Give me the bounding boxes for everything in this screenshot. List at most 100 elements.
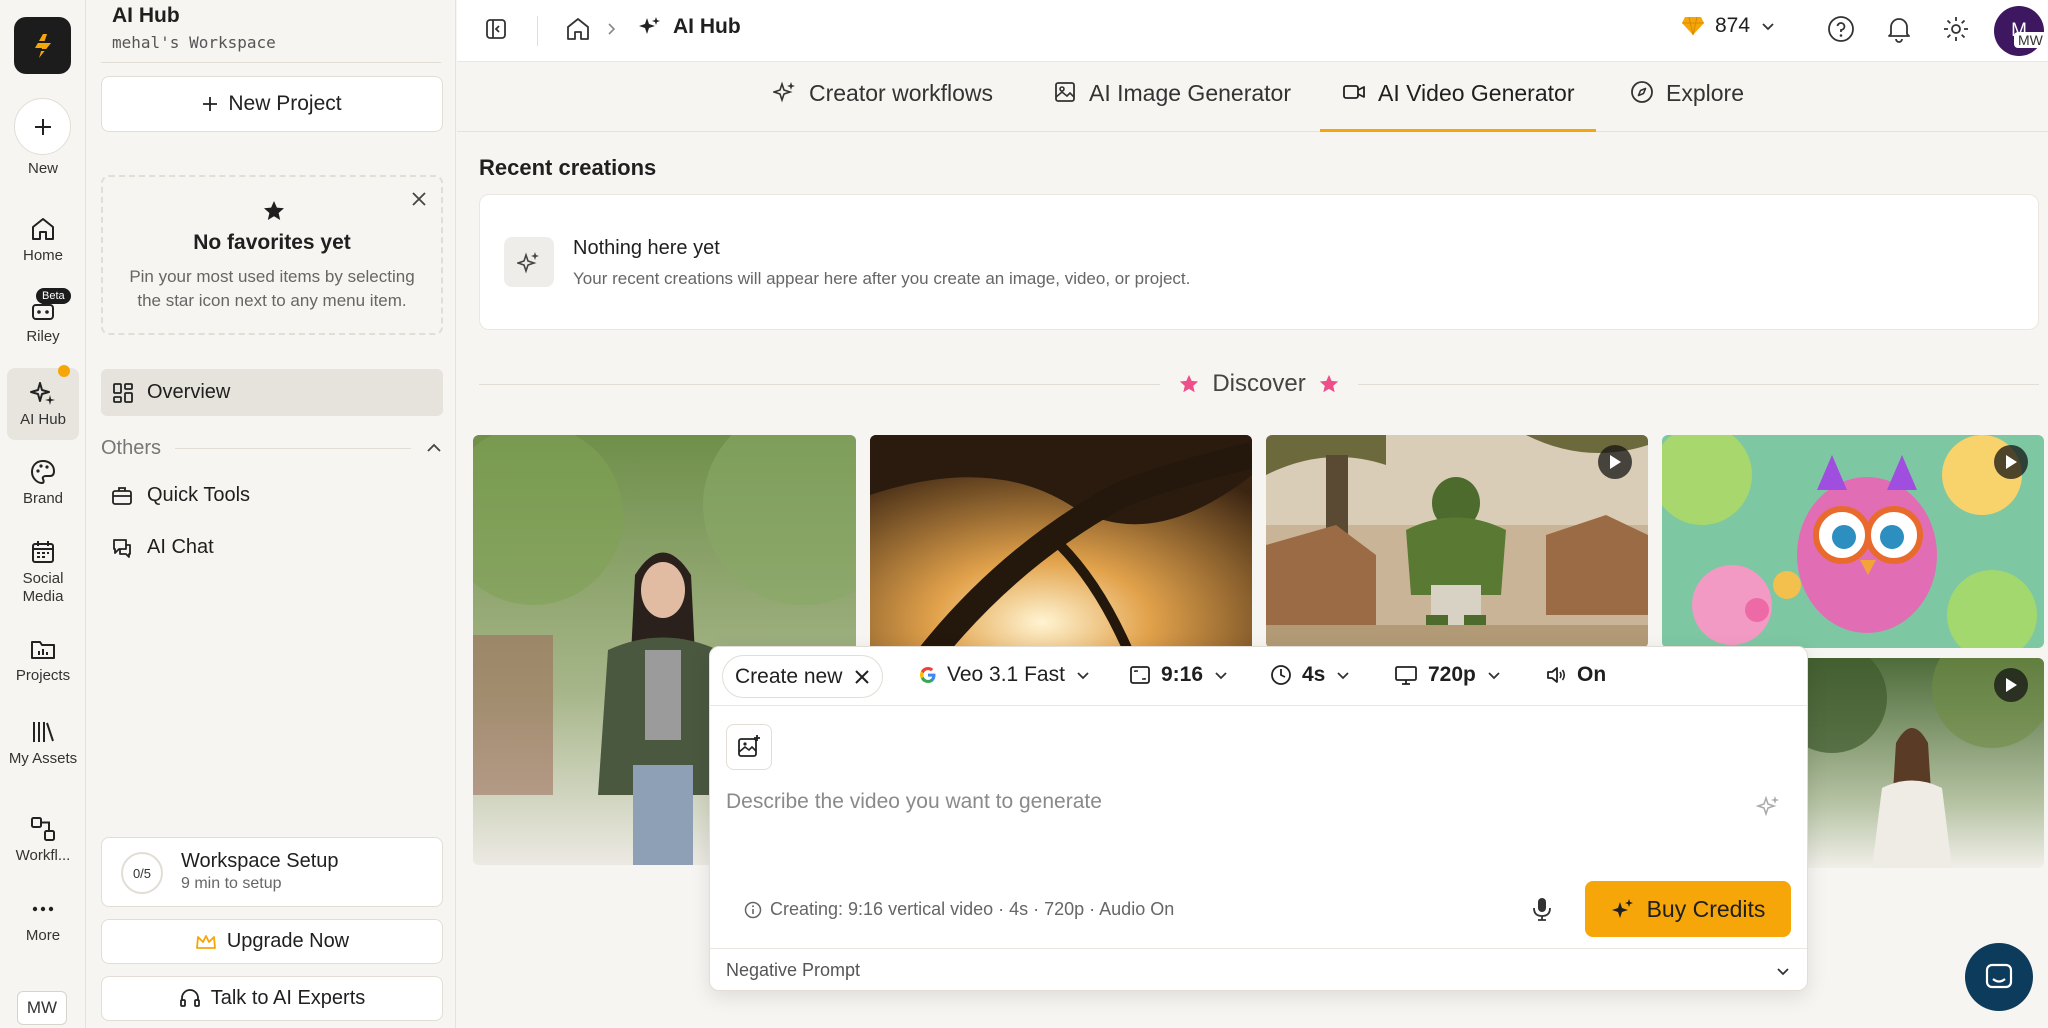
others-section-header[interactable]: Others xyxy=(101,436,443,460)
negative-prompt-toggle[interactable]: Negative Prompt xyxy=(710,948,1807,992)
rail-item-brand[interactable]: Brand xyxy=(7,458,79,508)
generation-summary-text: Creating: 9:16 vertical video · 4s · 720… xyxy=(770,899,1175,919)
workspace-name[interactable]: mehal's Workspace xyxy=(112,33,276,52)
discover-divider-left xyxy=(479,383,1161,385)
thumbnail-image xyxy=(1662,435,2044,648)
sidebar-title: AI Hub xyxy=(112,4,180,27)
audio-toggle[interactable]: On xyxy=(1545,663,1606,687)
tab-explore[interactable]: Explore xyxy=(1630,80,1744,132)
rail-label-ai-hub: AI Hub xyxy=(20,411,66,428)
overview-label: Overview xyxy=(147,381,231,403)
enhance-prompt-icon[interactable] xyxy=(1755,793,1781,819)
duration-select[interactable]: 4s xyxy=(1270,663,1351,687)
sidebar-item-ai-chat[interactable]: AI Chat xyxy=(111,536,214,559)
new-project-label: New Project xyxy=(228,92,342,115)
gallery-item-owl-cartoon[interactable] xyxy=(1662,435,2044,648)
sidebar-item-overview[interactable]: Overview xyxy=(101,369,443,416)
gallery-item-woman-forest[interactable] xyxy=(1792,658,2044,868)
experts-label: Talk to AI Experts xyxy=(210,987,366,1009)
rail-item-more[interactable]: More xyxy=(7,895,79,945)
resolution-select[interactable]: 720p xyxy=(1394,663,1502,687)
credits-dropdown[interactable]: 874 xyxy=(1681,14,1776,38)
setup-title: Workspace Setup xyxy=(181,850,339,872)
clock-icon xyxy=(1271,665,1291,685)
rail-label-brand: Brand xyxy=(22,490,64,507)
model-select[interactable]: Veo 3.1 Fast xyxy=(919,663,1091,687)
play-button[interactable] xyxy=(1994,668,2028,702)
calendar-icon xyxy=(32,541,54,563)
chevron-right-icon xyxy=(608,23,616,35)
rail-label-riley: Riley xyxy=(26,328,60,345)
help-icon[interactable] xyxy=(1827,15,1855,43)
chevron-down-icon xyxy=(1488,672,1500,680)
setup-progress-ring: 0/5 xyxy=(121,852,163,894)
tab-creator-workflows[interactable]: Creator workflows xyxy=(773,80,993,132)
library-icon xyxy=(33,722,54,742)
add-reference-image-button[interactable] xyxy=(726,724,772,770)
favorites-title: No favorites yet xyxy=(193,231,351,254)
sparkles-icon xyxy=(1611,899,1633,918)
gem-icon xyxy=(1682,16,1704,36)
credits-count: 874 xyxy=(1715,14,1751,37)
resolution-label: 720p xyxy=(1428,663,1476,686)
tab-label: AI Image Generator xyxy=(1089,80,1291,106)
chat-icon xyxy=(1985,963,2013,989)
crown-icon xyxy=(195,934,216,949)
rail-item-social-media[interactable]: Social Media xyxy=(7,538,79,606)
support-chat-button[interactable] xyxy=(1965,943,2033,1011)
star-icon xyxy=(1319,374,1338,393)
rail-item-ai-hub[interactable]: AI Hub xyxy=(7,368,79,440)
rail-item-my-assets[interactable]: My Assets xyxy=(7,718,79,768)
recent-creations-title: Recent creations xyxy=(479,155,657,180)
setup-subtitle: 9 min to setup xyxy=(181,875,282,892)
gear-icon[interactable] xyxy=(1942,15,1970,43)
play-button[interactable] xyxy=(1994,445,2028,479)
play-button[interactable] xyxy=(1598,445,1632,479)
rail-label-social-media: Social Media xyxy=(22,570,64,605)
star-icon xyxy=(264,201,284,220)
aspect-ratio-select[interactable]: 9:16 xyxy=(1129,663,1229,687)
bell-icon[interactable] xyxy=(1885,15,1913,43)
tab-ai-image-generator[interactable]: AI Image Generator xyxy=(1053,80,1291,132)
mode-chip[interactable]: Create new xyxy=(722,655,884,698)
logo-icon xyxy=(34,33,51,58)
home-icon[interactable] xyxy=(565,16,591,42)
sparkles-icon xyxy=(639,17,660,34)
profile-avatar[interactable]: M xyxy=(1994,6,2044,56)
rail-item-workflows[interactable]: Workfl... xyxy=(7,815,79,865)
image-icon xyxy=(1055,82,1075,102)
user-avatar[interactable]: MW xyxy=(17,991,67,1025)
monitor-icon xyxy=(1395,666,1417,685)
icon-rail: New Home Riley Beta AI Hub Brand Social … xyxy=(0,0,86,1028)
generation-summary: Creating: 9:16 vertical video · 4s · 720… xyxy=(744,899,1174,920)
upgrade-label: Upgrade Now xyxy=(226,930,350,952)
microphone-icon[interactable] xyxy=(1530,896,1554,922)
new-project-button[interactable]: New Project xyxy=(101,76,443,132)
sparkles-icon xyxy=(517,252,539,274)
rail-item-home[interactable]: Home xyxy=(7,215,79,265)
talk-to-experts-button[interactable]: Talk to AI Experts xyxy=(101,976,443,1021)
video-prompt-input[interactable] xyxy=(726,782,1726,822)
gallery-item-hulk-village[interactable] xyxy=(1266,435,1648,648)
recent-creations-empty: Nothing here yet Your recent creations w… xyxy=(479,194,2039,330)
quick-tools-label: Quick Tools xyxy=(147,484,251,506)
star-icon xyxy=(1180,374,1199,393)
empty-state-title: Nothing here yet xyxy=(573,237,720,259)
close-icon[interactable] xyxy=(411,191,427,207)
rail-item-projects[interactable]: Projects xyxy=(7,635,79,685)
new-button[interactable] xyxy=(14,98,71,155)
sidebar-item-quick-tools[interactable]: Quick Tools xyxy=(111,484,250,507)
gallery-item-tree-sunset[interactable] xyxy=(870,435,1252,655)
chevron-down-icon xyxy=(1215,672,1227,680)
empty-state-description: Your recent creations will appear here a… xyxy=(573,269,1191,288)
workspace-setup-card[interactable]: 0/5 Workspace Setup 9 min to setup xyxy=(101,837,443,907)
close-icon[interactable] xyxy=(854,669,870,685)
video-icon xyxy=(1343,85,1365,99)
buy-credits-button[interactable]: Buy Credits xyxy=(1585,881,1791,937)
chevron-down-icon xyxy=(1762,23,1774,31)
sidebar-toggle-icon[interactable] xyxy=(484,17,508,41)
upgrade-now-button[interactable]: Upgrade Now xyxy=(101,919,443,964)
app-logo[interactable] xyxy=(14,17,71,74)
tab-ai-video-generator[interactable]: AI Video Generator xyxy=(1320,80,1597,132)
home-icon xyxy=(32,218,54,240)
